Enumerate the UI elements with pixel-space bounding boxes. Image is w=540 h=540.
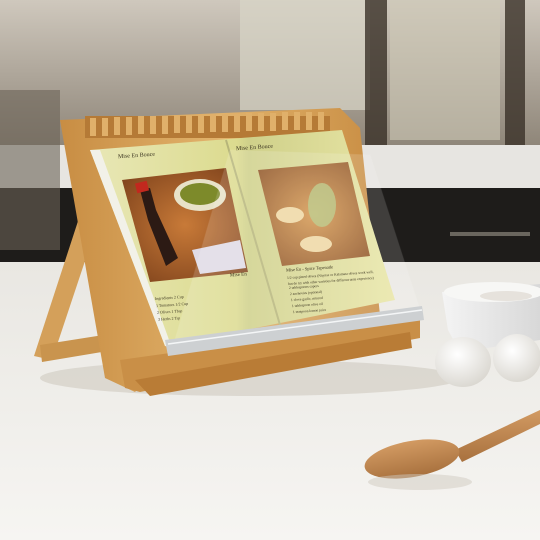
- photo-illustration: [0, 0, 540, 540]
- salt: [480, 291, 532, 301]
- background-cabinet-handle: [450, 232, 530, 236]
- background-window-frame-2: [505, 0, 525, 150]
- egg-right: [493, 334, 540, 382]
- background-window-2: [390, 0, 500, 140]
- background-window-frame: [365, 0, 387, 150]
- background-window: [240, 0, 370, 110]
- olives: [180, 183, 220, 205]
- kitchen-photo: Mise En Bouce Mise En Ingredients 2 Cup …: [0, 0, 540, 540]
- spoon-shadow: [368, 474, 472, 490]
- egg-left: [435, 337, 491, 387]
- background-left-shelf: [0, 90, 60, 250]
